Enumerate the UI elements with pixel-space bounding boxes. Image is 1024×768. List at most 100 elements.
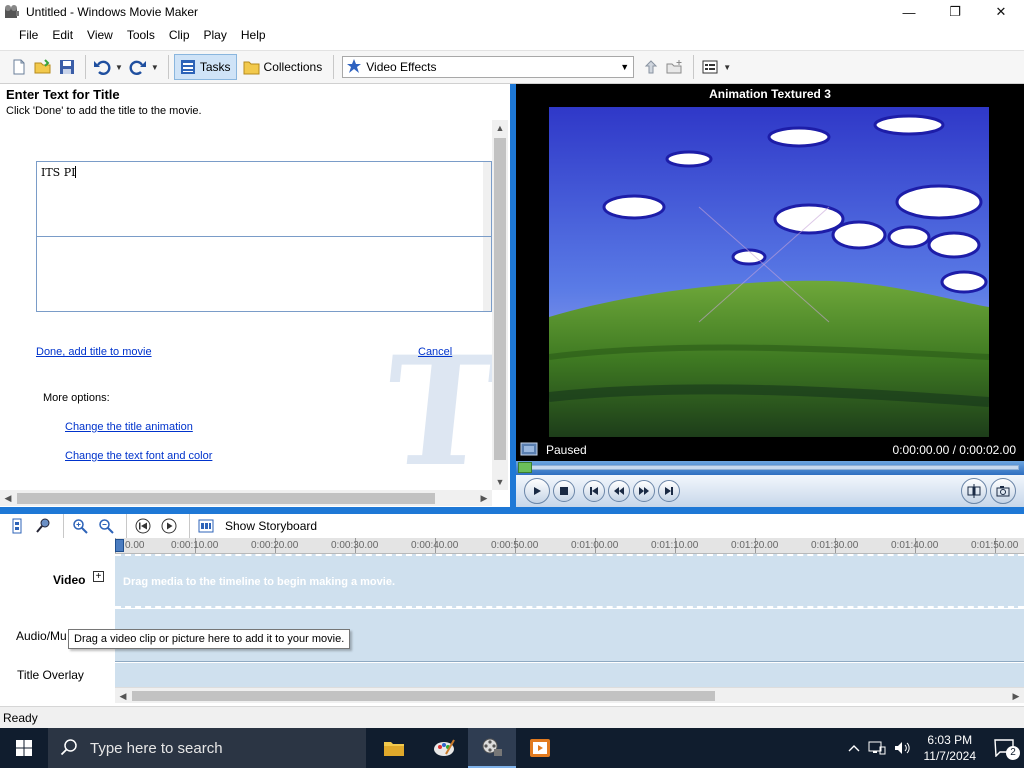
scroll-left-icon[interactable]: ◀ — [115, 688, 131, 704]
new-folder-icon[interactable] — [664, 56, 686, 78]
previous-frame-button[interactable] — [583, 480, 605, 502]
split-clip-button[interactable] — [961, 478, 987, 504]
menu-clip[interactable]: Clip — [162, 24, 197, 46]
video-play-icon — [530, 739, 550, 757]
menu-view[interactable]: View — [80, 24, 120, 46]
rewind-timeline-icon[interactable] — [132, 515, 154, 537]
expand-video-track-icon[interactable]: + — [93, 571, 104, 582]
fast-forward-button[interactable] — [633, 480, 655, 502]
scrollbar-thumb[interactable] — [494, 138, 506, 460]
video-track[interactable]: Drag media to the timeline to begin maki… — [115, 554, 1024, 608]
scrollbar-thumb[interactable] — [17, 493, 435, 504]
rewind-button[interactable] — [608, 480, 630, 502]
pane-splitter-horizontal[interactable] — [0, 507, 1024, 514]
taskbar-movie-maker[interactable] — [468, 728, 516, 768]
menu-edit[interactable]: Edit — [45, 24, 80, 46]
next-frame-button[interactable] — [658, 480, 680, 502]
taskbar-video-app[interactable] — [516, 728, 564, 768]
menu-tools[interactable]: Tools — [120, 24, 162, 46]
undo-dropdown-icon[interactable]: ▼ — [115, 63, 123, 72]
scrollbar-thumb[interactable] — [132, 691, 715, 701]
monitor-icon — [520, 442, 538, 459]
menu-play[interactable]: Play — [197, 24, 234, 46]
timeline-horizontal-scrollbar[interactable]: ◀ ▶ — [115, 687, 1024, 703]
seek-track[interactable] — [519, 465, 1019, 470]
scroll-right-icon[interactable]: ▶ — [476, 490, 492, 506]
ruler-tick-label: 0:01:00.00 — [571, 540, 619, 551]
preview-title: Animation Textured 3 — [709, 87, 831, 101]
toolbar-separator — [167, 55, 169, 79]
volume-icon[interactable] — [894, 741, 912, 755]
playhead-marker[interactable] — [115, 539, 124, 552]
scroll-down-icon[interactable]: ▼ — [492, 474, 508, 490]
menu-help[interactable]: Help — [234, 24, 273, 46]
collections-button[interactable]: Collections — [237, 54, 329, 80]
toolbar-separator — [189, 514, 190, 538]
change-text-font-color-link[interactable]: Change the text font and color — [65, 450, 212, 462]
track-label-title-overlay: Title Overlay — [17, 668, 84, 682]
scroll-up-icon[interactable]: ▲ — [492, 120, 508, 136]
notification-center-icon[interactable]: 2 — [994, 739, 1020, 760]
collections-dropdown[interactable]: Video Effects ▼ — [342, 56, 635, 78]
play-button[interactable] — [524, 478, 550, 504]
tasks-label: Tasks — [199, 60, 231, 74]
chevron-down-icon[interactable]: ▼ — [616, 57, 633, 77]
window-title: Untitled - Windows Movie Maker — [26, 5, 199, 19]
title-input-scrollbar[interactable] — [483, 162, 491, 236]
redo-icon[interactable] — [127, 56, 149, 78]
split-icon — [967, 484, 981, 498]
taskbar-clock[interactable]: 6:03 PM 11/7/2024 — [924, 732, 977, 764]
save-project-icon[interactable] — [56, 56, 78, 78]
zoom-out-icon[interactable] — [95, 515, 117, 537]
seek-handle[interactable] — [518, 462, 532, 473]
open-project-icon[interactable] — [32, 56, 54, 78]
storyboard-icon[interactable] — [195, 515, 217, 537]
take-picture-button[interactable] — [990, 478, 1016, 504]
toolbar-separator — [333, 55, 335, 79]
views-dropdown-icon[interactable]: ▼ — [723, 63, 731, 72]
subtitle-text-input[interactable] — [36, 236, 492, 312]
narrate-timeline-icon[interactable] — [32, 515, 54, 537]
scroll-left-icon[interactable]: ◀ — [0, 490, 16, 506]
taskbar-file-explorer[interactable] — [370, 728, 418, 768]
undo-icon[interactable] — [91, 56, 113, 78]
taskbar-search-box[interactable]: Type here to search — [48, 728, 366, 768]
timeline-ruler[interactable]: 0.00 0:00:10.00 0:00:20.00 0:00:30.00 0:… — [115, 538, 1024, 554]
preview-monitor: Animation Textured 3 Paused 0:00:00.00 /… — [516, 84, 1024, 507]
subtitle-input-scrollbar[interactable] — [483, 237, 491, 311]
chevron-up-icon[interactable] — [848, 744, 860, 752]
done-add-title-link[interactable]: Done, add title to movie — [36, 346, 152, 358]
toolbar-separator — [693, 55, 695, 79]
start-button[interactable] — [0, 728, 48, 768]
seek-bar[interactable] — [516, 461, 1024, 475]
maximize-button[interactable]: ❐ — [932, 0, 978, 24]
cancel-link[interactable]: Cancel — [418, 346, 452, 358]
zoom-in-icon[interactable] — [69, 515, 91, 537]
title-text-input[interactable]: ITS PI — [36, 161, 492, 237]
show-storyboard-button[interactable]: Show Storyboard — [225, 519, 317, 533]
task-pane-vertical-scrollbar[interactable]: ▲ ▼ — [492, 120, 508, 490]
collections-folder-icon — [243, 60, 260, 75]
tasks-button[interactable]: Tasks — [173, 54, 237, 80]
views-icon[interactable] — [699, 56, 721, 78]
up-one-level-icon[interactable] — [640, 56, 662, 78]
stop-button[interactable] — [553, 480, 575, 502]
change-title-animation-link[interactable]: Change the title animation — [65, 421, 193, 433]
scroll-right-icon[interactable]: ▶ — [1008, 688, 1024, 704]
redo-dropdown-icon[interactable]: ▼ — [151, 63, 159, 72]
minimize-button[interactable]: — — [886, 0, 932, 24]
task-pane-horizontal-scrollbar[interactable]: ◀ ▶ — [0, 490, 492, 506]
clock-time: 6:03 PM — [927, 733, 973, 747]
play-timeline-icon[interactable] — [158, 515, 180, 537]
title-overlay-track[interactable] — [115, 663, 1024, 687]
menu-file[interactable]: File — [12, 24, 45, 46]
more-options-label: More options: — [43, 392, 110, 404]
video-track-hint: Drag media to the timeline to begin maki… — [123, 576, 395, 588]
close-button[interactable]: ✕ — [978, 0, 1024, 24]
task-pane: T Enter Text for Title Click 'Done' to a… — [0, 84, 510, 507]
network-icon[interactable] — [868, 741, 886, 755]
text-caret — [75, 166, 77, 178]
set-audio-levels-icon[interactable] — [6, 515, 28, 537]
new-project-icon[interactable] — [8, 56, 30, 78]
taskbar-paint-app[interactable] — [420, 728, 468, 768]
